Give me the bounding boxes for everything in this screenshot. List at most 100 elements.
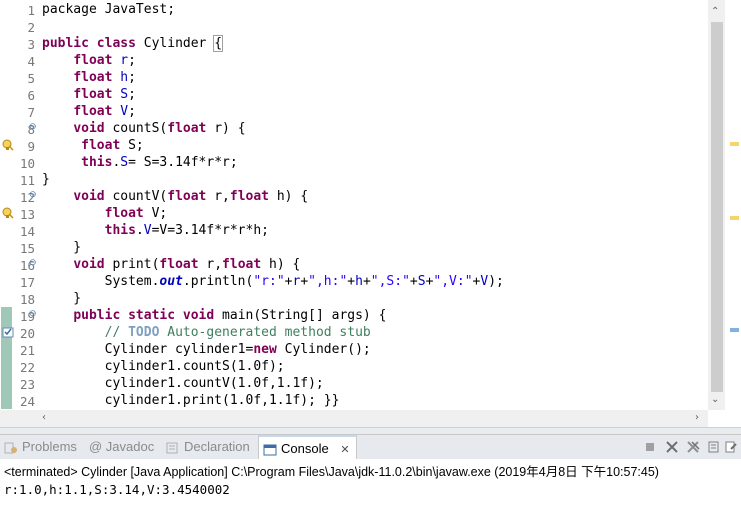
scroll-lock-icon[interactable] — [707, 440, 721, 454]
change-marker — [1, 392, 12, 409]
task-marker-icon[interactable] — [730, 328, 739, 332]
code-line[interactable]: public static void main(String[] args) { — [42, 307, 386, 324]
gutter-row[interactable]: 2 — [0, 18, 38, 35]
code-line[interactable]: this.V=V=3.14f*r*r*h; — [42, 222, 269, 239]
gutter-row[interactable]: 15 — [0, 239, 38, 256]
gutter-row[interactable]: 13 — [0, 205, 38, 222]
change-marker — [1, 358, 12, 375]
warning-marker-icon[interactable] — [730, 216, 739, 220]
code-line[interactable]: void print(float r,float h) { — [42, 256, 300, 273]
task-icon[interactable] — [2, 326, 14, 338]
close-tab-icon[interactable]: ✕ — [340, 444, 349, 456]
line-number: 24 — [19, 394, 35, 409]
gutter-row[interactable]: 10 — [0, 154, 38, 171]
gutter-row[interactable]: 1 — [0, 1, 38, 18]
problems-icon — [4, 442, 17, 454]
fold-toggle-icon[interactable]: ⊖ — [29, 259, 38, 268]
code-line[interactable]: float r; — [42, 52, 136, 69]
gutter-row[interactable]: 14 — [0, 222, 38, 239]
gutter-row[interactable]: 20 — [0, 324, 38, 341]
overview-ruler[interactable] — [726, 0, 741, 410]
horizontal-scrollbar[interactable]: ‹ › — [38, 410, 708, 427]
code-line[interactable]: void countV(float r,float h) { — [42, 188, 308, 205]
gutter-row[interactable]: 16 ⊖ — [0, 256, 38, 273]
remove-launch-icon[interactable] — [665, 440, 679, 454]
console-view[interactable]: <terminated> Cylinder [Java Application]… — [0, 459, 741, 517]
gutter-row[interactable]: 5 — [0, 69, 38, 86]
code-line[interactable]: cylinder1.countV(1.0f,1.1f); — [42, 375, 324, 392]
gutter-row[interactable]: 7 — [0, 103, 38, 120]
scroll-right-icon[interactable]: › — [695, 412, 699, 424]
gutter-row[interactable]: 11 — [0, 171, 38, 188]
line-number: 18 — [19, 292, 35, 307]
scroll-left-icon[interactable]: ‹ — [42, 412, 46, 424]
line-number: 22 — [19, 360, 35, 375]
gutter-row[interactable]: 23 — [0, 375, 38, 392]
terminate-icon[interactable] — [643, 440, 657, 454]
line-number: 1 — [27, 3, 35, 18]
line-number-ruler: 1 2 3 4 5 6 7 8 ⊖ 9 10 11 12 ⊖ 13 14 15 16 ⊖ 17 18 19 ⊖ 20 21 22 2… — [0, 0, 38, 410]
code-line[interactable]: // TODO Auto-generated method stub — [42, 324, 371, 341]
fold-toggle-icon[interactable]: ⊖ — [29, 191, 38, 200]
vertical-scrollbar-thumb[interactable] — [711, 22, 723, 392]
code-line[interactable]: Cylinder cylinder1=new Cylinder(); — [42, 341, 371, 358]
tab-console[interactable]: Console ✕ — [258, 435, 357, 460]
code-line[interactable]: System.out.println("r:"+r+",h:"+h+",S:"+… — [42, 273, 504, 290]
warning-lightbulb-icon[interactable] — [2, 207, 14, 219]
line-number: 9 — [27, 139, 35, 154]
clear-console-icon[interactable] — [724, 440, 738, 454]
java-editor[interactable]: 1 2 3 4 5 6 7 8 ⊖ 9 10 11 12 ⊖ 13 14 15 16 ⊖ 17 18 19 ⊖ 20 21 22 2… — [0, 0, 741, 429]
warning-lightbulb-icon[interactable] — [2, 139, 14, 151]
line-number: 4 — [27, 54, 35, 69]
code-line[interactable]: public class Cylinder { — [42, 35, 224, 52]
warning-marker-icon[interactable] — [730, 142, 739, 146]
code-line[interactable]: cylinder1.countS(1.0f); — [42, 358, 285, 375]
tab-javadoc[interactable]: @ Javadoc — [89, 435, 154, 459]
change-marker — [1, 375, 12, 392]
tab-problems[interactable]: Problems — [4, 435, 77, 459]
gutter-row[interactable]: 4 — [0, 52, 38, 69]
code-line[interactable]: } — [42, 171, 50, 188]
fold-toggle-icon[interactable]: ⊖ — [29, 310, 38, 319]
code-line[interactable]: float V; — [42, 205, 168, 222]
code-line[interactable]: void countS(float r) { — [42, 120, 245, 137]
code-line[interactable]: } — [42, 239, 81, 256]
line-number: 3 — [27, 37, 35, 52]
change-marker — [1, 341, 12, 358]
gutter-row[interactable]: 17 — [0, 273, 38, 290]
code-area[interactable]: package JavaTest; public class Cylinder {… — [42, 0, 707, 410]
gutter-row[interactable]: 6 — [0, 86, 38, 103]
code-line[interactable]: this.S= S=3.14f*r*r; — [42, 154, 238, 171]
scroll-up-icon[interactable]: ⌃ — [711, 6, 719, 18]
code-line[interactable]: package JavaTest; — [42, 1, 175, 18]
gutter-row[interactable]: 3 — [0, 35, 38, 52]
gutter-row[interactable]: 8 ⊖ — [0, 120, 38, 137]
bottom-panel-tabbar: Problems @ Javadoc Declaration Console ✕ — [0, 434, 741, 460]
gutter-row[interactable]: 19 ⊖ — [0, 307, 38, 324]
scroll-down-icon[interactable]: ⌄ — [711, 394, 719, 406]
remove-all-terminated-icon[interactable] — [686, 440, 700, 454]
code-line[interactable]: float S; — [42, 137, 144, 154]
console-output[interactable]: r:1.0,h:1.1,S:3.14,V:3.4540002 — [4, 482, 230, 497]
gutter-row[interactable]: 18 — [0, 290, 38, 307]
gutter-row[interactable]: 21 — [0, 341, 38, 358]
gutter-row[interactable]: 22 — [0, 358, 38, 375]
line-number: 5 — [27, 71, 35, 86]
code-line[interactable]: cylinder1.print(1.0f,1.1f); }} — [42, 392, 340, 409]
line-number: 21 — [19, 343, 35, 358]
gutter-row[interactable]: 24 — [0, 392, 38, 409]
line-number: 6 — [27, 88, 35, 103]
change-marker — [1, 307, 12, 324]
tab-declaration[interactable]: Declaration — [166, 435, 250, 459]
line-number: 14 — [19, 224, 35, 239]
gutter-row[interactable]: 12 ⊖ — [0, 188, 38, 205]
code-line[interactable]: float S; — [42, 86, 136, 103]
line-number: 20 — [19, 326, 35, 341]
gutter-row[interactable]: 9 — [0, 137, 38, 154]
code-line[interactable]: } — [42, 290, 81, 307]
console-process-label: <terminated> Cylinder [Java Application]… — [4, 465, 659, 479]
code-line[interactable]: float V; — [42, 103, 136, 120]
console-icon — [263, 444, 277, 456]
fold-toggle-icon[interactable]: ⊖ — [29, 123, 38, 132]
code-line[interactable]: float h; — [42, 69, 136, 86]
